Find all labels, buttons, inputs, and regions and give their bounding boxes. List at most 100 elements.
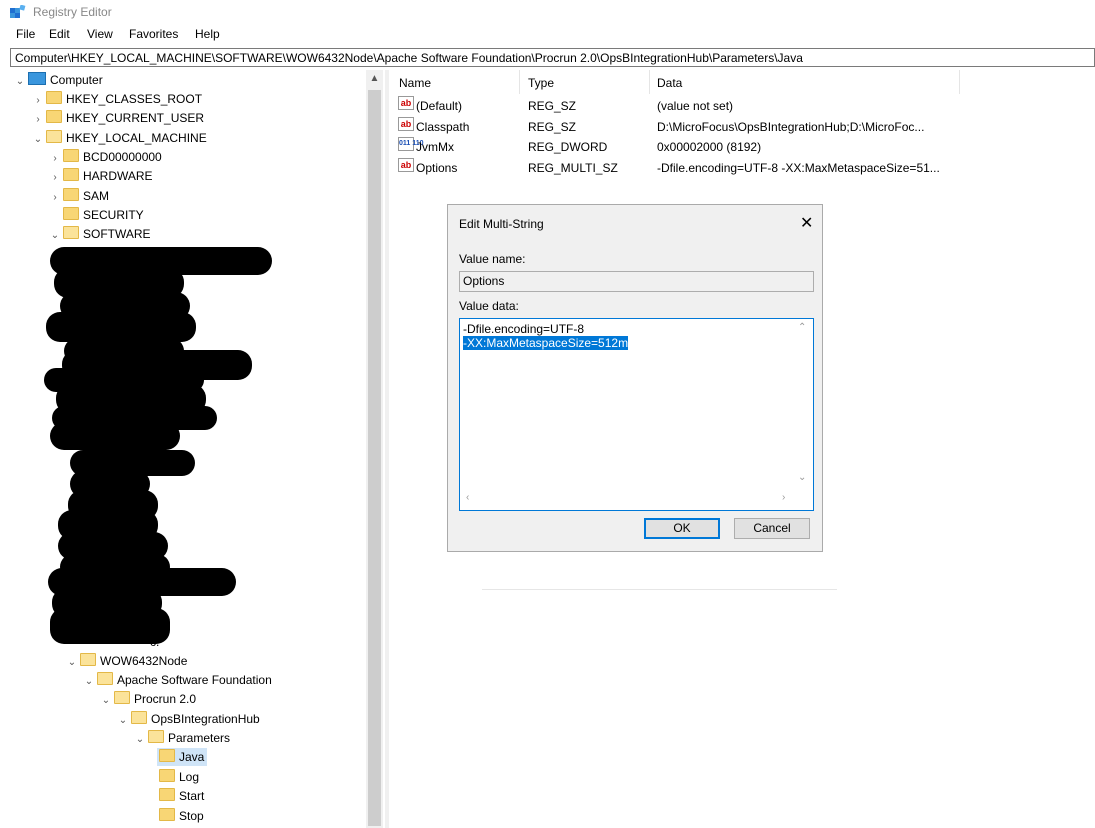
registry-editor-icon [10,5,26,18]
value-name-field[interactable]: Options [459,271,814,292]
ok-button[interactable]: OK [644,518,720,539]
tree-item-start[interactable]: Start [157,787,204,805]
tree-scrollbar[interactable]: ▲ [366,70,383,828]
tree-item-hklm[interactable]: ⌄ HKEY_LOCAL_MACHINE [32,129,207,147]
value-row[interactable]: ab Options REG_MULTI_SZ -Dfile.encoding=… [392,158,1095,178]
chevron-down-icon[interactable]: ⌄ [798,472,806,483]
chevron-down-icon[interactable]: ⌄ [14,73,26,91]
tree-item-hkcu[interactable]: › HKEY_CURRENT_USER [32,109,204,127]
menu-view[interactable]: View [87,27,113,41]
chevron-left-icon[interactable]: ‹ [466,492,469,503]
tree-item-hkcr[interactable]: › HKEY_CLASSES_ROOT [32,90,202,108]
chevron-down-icon[interactable]: ⌄ [32,131,44,149]
folder-icon [114,691,130,704]
cancel-button[interactable]: Cancel [734,518,810,539]
chevron-down-icon[interactable]: ⌄ [100,692,112,710]
tree-item-label: Procrun 2.0 [134,692,197,706]
tree-item-label: BCD00000000 [83,150,162,164]
chevron-up-icon[interactable]: ⌃ [798,322,806,333]
address-bar[interactable]: Computer\HKEY_LOCAL_MACHINE\SOFTWARE\WOW… [10,48,1095,67]
chevron-right-icon[interactable]: › [782,492,785,503]
tree-item-security[interactable]: SECURITY [49,206,144,224]
value-data-textarea[interactable]: -Dfile.encoding=UTF-8 -XX:MaxMetaspaceSi… [459,318,814,511]
chevron-up-icon[interactable]: ▲ [366,70,383,87]
tree-item-log[interactable]: Log [157,768,199,786]
pane-splitter[interactable] [385,70,389,828]
menu-favorites[interactable]: Favorites [129,27,178,41]
tree-item-label: HKEY_LOCAL_MACHINE [66,131,207,145]
chevron-down-icon[interactable]: ⌄ [66,654,78,672]
column-divider[interactable] [519,70,520,94]
chevron-down-icon[interactable]: ⌄ [83,673,95,691]
value-name: JvmMx [416,140,454,154]
column-divider[interactable] [959,70,960,94]
value-row[interactable]: 011 110 JvmMx REG_DWORD 0x00002000 (8192… [392,137,1095,157]
chevron-right-icon[interactable]: › [49,189,61,207]
chevron-down-icon[interactable]: ⌄ [134,731,146,749]
menu-file[interactable]: File [16,27,35,41]
key-tree[interactable]: ⌄ Computer › HKEY_CLASSES_ROOT › HKEY_CURRE… [10,70,366,828]
tree-item-partial[interactable]: c. [150,633,159,651]
string-value-icon: ab [398,117,414,131]
value-name: Options [416,161,458,175]
tree-item-procrun[interactable]: ⌄ Procrun 2.0 [100,690,196,708]
tree-item-apache-software-foundation[interactable]: ⌄ Apache Software Foundation [83,671,272,689]
tree-item-parameters[interactable]: ⌄ Parameters [134,729,230,747]
tree-item-label: Java [179,750,205,764]
value-row[interactable]: ab Classpath REG_SZ D:\MicroFocus\OpsBIn… [392,117,1095,137]
dword-value-icon: 011 110 [398,137,424,151]
folder-icon [159,749,175,762]
column-header-type[interactable]: Type [528,76,554,90]
scrollbar-thumb[interactable] [368,90,381,826]
menu-edit[interactable]: Edit [49,27,70,41]
value-type: REG_SZ [528,120,577,134]
tree-item-bcd[interactable]: › BCD00000000 [49,148,162,166]
column-divider[interactable] [649,70,650,94]
computer-icon [28,72,46,85]
chevron-right-icon[interactable]: › [32,111,44,129]
tree-item-label: OpsBIntegrationHub [151,712,260,726]
chevron-right-icon[interactable]: › [49,150,61,168]
folder-icon [97,672,113,685]
tree-item-label: Start [179,789,205,803]
dialog-title: Edit Multi-String [459,217,544,231]
value-row[interactable]: ab (Default) REG_SZ (value not set) [392,96,1095,116]
title-bar: Registry Editor [0,0,1095,24]
tree-item-label: Log [179,770,200,784]
tree-item-software[interactable]: ⌄ SOFTWARE [49,225,151,243]
tree-item-label: Parameters [168,731,231,745]
tree-item-label: HKEY_CURRENT_USER [66,111,205,125]
folder-icon [63,207,79,220]
chevron-right-icon[interactable]: › [49,169,61,187]
value-name: (Default) [416,99,463,113]
tree-item-stop[interactable]: Stop [157,807,204,825]
tree-item-label: c. [150,635,160,649]
tree-item-label: Stop [179,809,204,823]
tree-item-java[interactable]: Java [157,748,208,766]
menu-help[interactable]: Help [195,27,220,41]
chevron-down-icon[interactable]: ⌄ [49,227,61,245]
folder-icon [46,110,62,123]
string-value-icon: ab [398,158,414,172]
tree-item-wow6432node[interactable]: ⌄ WOW6432Node [66,652,187,670]
column-header-name[interactable]: Name [399,76,431,90]
tree-item-hardware[interactable]: › HARDWARE [49,167,153,185]
chevron-down-icon[interactable]: ⌄ [117,712,129,730]
data-line: -Dfile.encoding=UTF-8 [463,322,585,336]
chevron-right-icon[interactable]: › [32,92,44,110]
folder-icon [63,149,79,162]
tree-item-sam[interactable]: › SAM [49,187,109,205]
value-type: REG_DWORD [528,140,608,154]
value-type: REG_MULTI_SZ [528,161,618,175]
value-data: (value not set) [657,99,734,113]
window-title: Registry Editor [33,5,112,19]
tree-item-label: HARDWARE [83,169,153,183]
value-type: REG_SZ [528,99,577,113]
redaction-mark [50,422,180,450]
tree-item-computer[interactable]: ⌄ Computer [14,71,103,89]
tree-item-opsbintegrationhub[interactable]: ⌄ OpsBIntegrationHub [117,710,260,728]
close-icon[interactable]: ✕ [800,213,813,233]
edit-multi-string-dialog: Edit Multi-String ✕ Value name: Options … [447,204,823,552]
column-header-data[interactable]: Data [657,76,682,90]
value-data: 0x00002000 (8192) [657,140,762,154]
